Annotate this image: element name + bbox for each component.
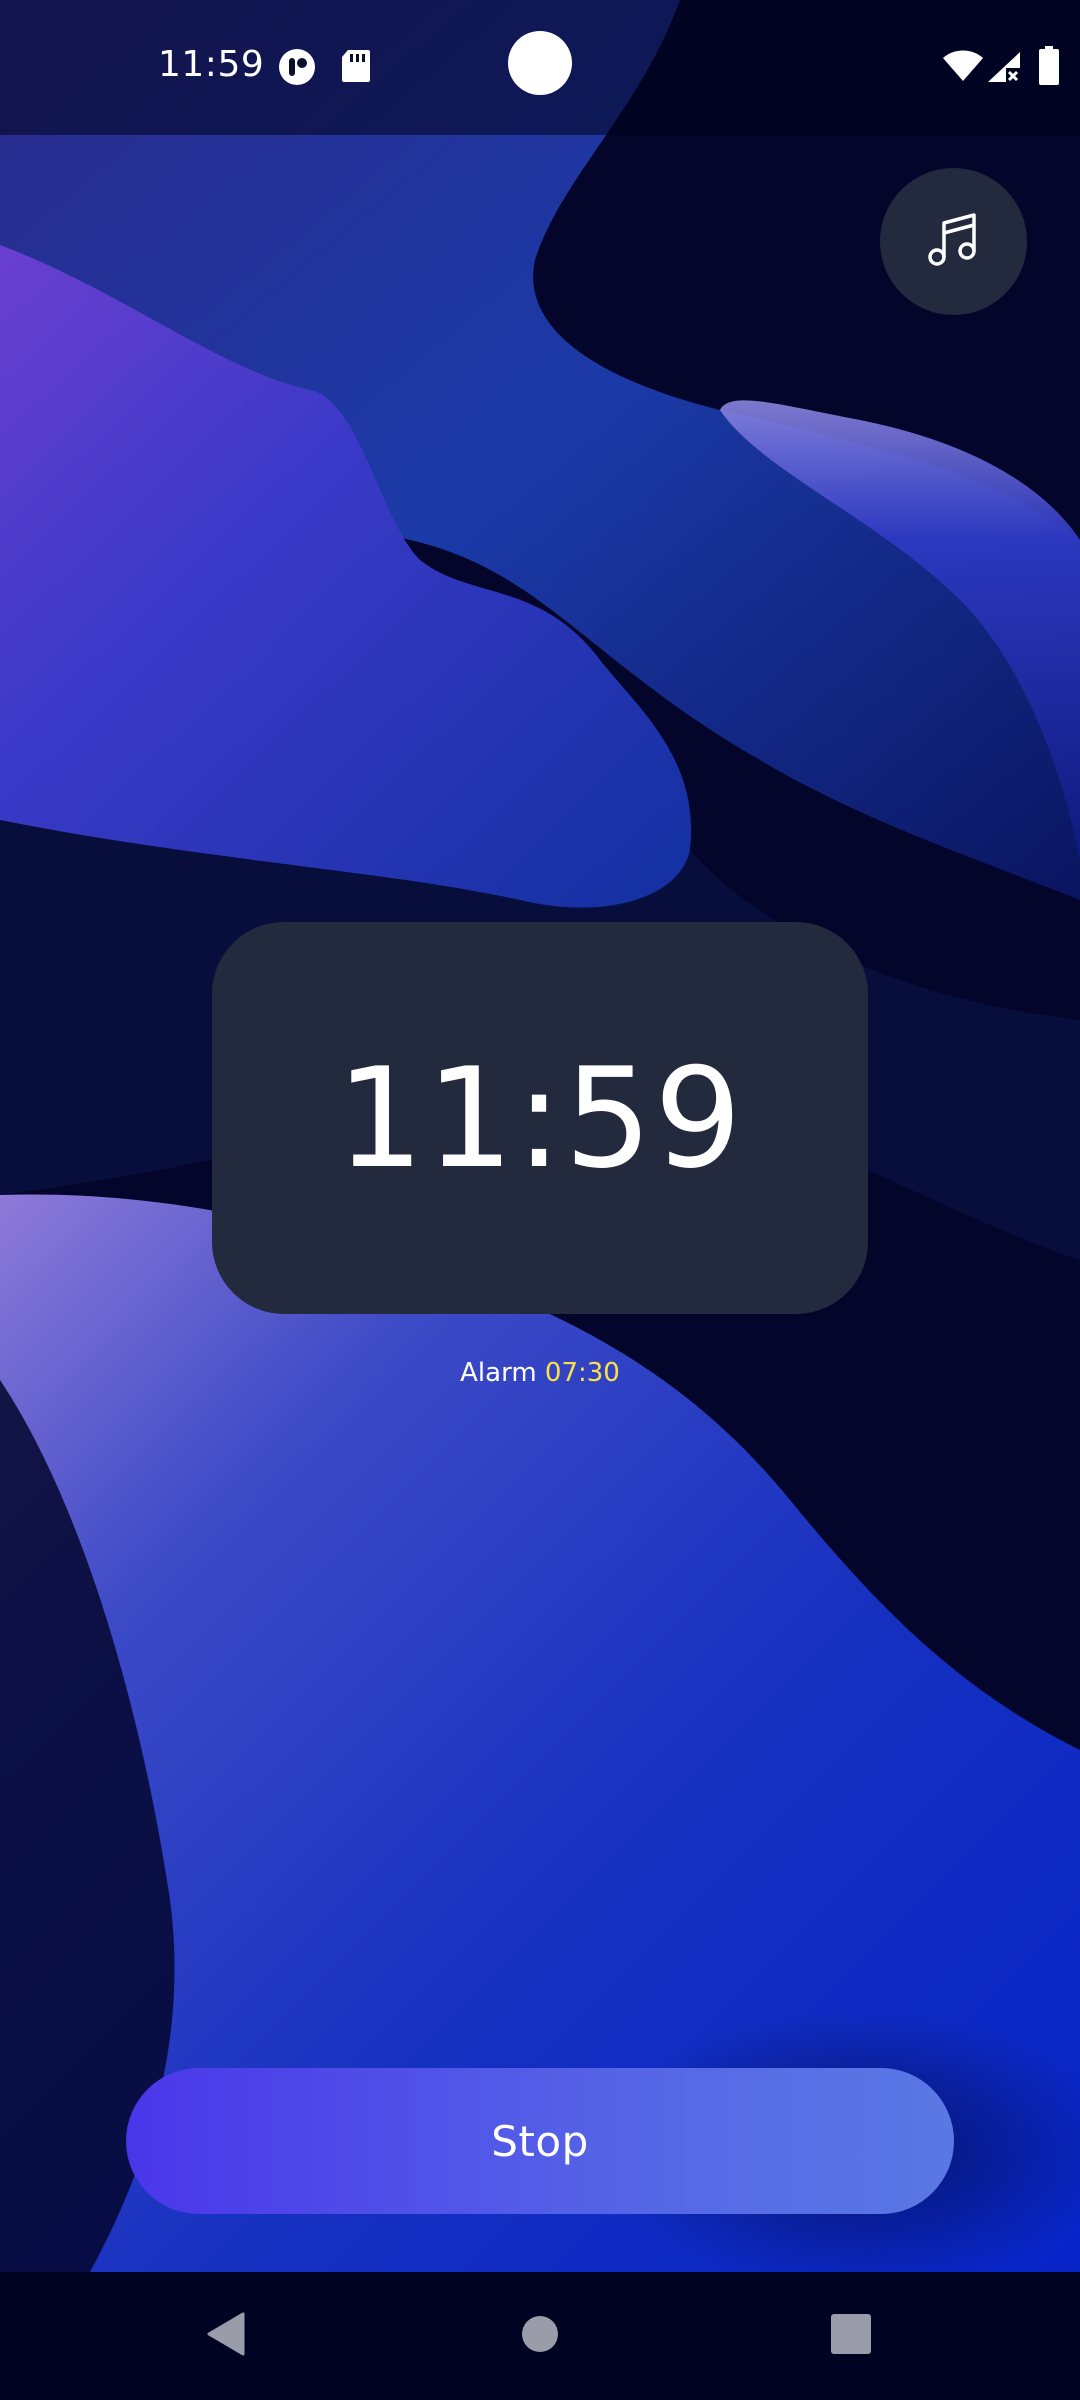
- alarm-ringing-screen: 11:59 11:59 Alarm 07:30 Stop: [0, 0, 1080, 2400]
- navigation-bar: [0, 2272, 1080, 2400]
- home-button[interactable]: [470, 2272, 610, 2400]
- camera-cutout: [508, 31, 572, 95]
- alarm-info: Alarm 07:30: [0, 1358, 1080, 1388]
- alarm-time: 07:30: [544, 1358, 620, 1388]
- back-button[interactable]: [155, 2272, 295, 2400]
- current-time: 11:59: [336, 1037, 744, 1199]
- cellular-signal-icon: [986, 50, 1022, 88]
- wifi-icon: [942, 50, 984, 86]
- status-bar: 11:59: [0, 0, 1080, 135]
- music-note-icon: [923, 209, 985, 275]
- stop-button-label: Stop: [491, 2116, 589, 2166]
- status-time: 11:59: [158, 44, 265, 85]
- app-notification-icon: [278, 48, 316, 90]
- sd-card-icon: [340, 48, 372, 88]
- recents-icon: [830, 2313, 872, 2359]
- stop-button[interactable]: Stop: [126, 2068, 954, 2214]
- music-button[interactable]: [880, 168, 1027, 315]
- battery-icon: [1038, 46, 1060, 90]
- clock-card: 11:59: [212, 922, 868, 1314]
- alarm-label: Alarm: [460, 1358, 537, 1388]
- recents-button[interactable]: [781, 2272, 921, 2400]
- home-icon: [520, 2314, 560, 2358]
- back-icon: [205, 2312, 245, 2360]
